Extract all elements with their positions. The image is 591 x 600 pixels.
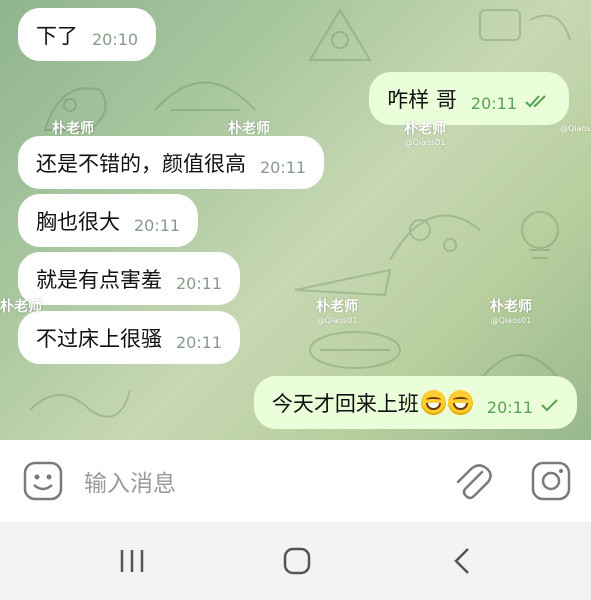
watermark: 朴老师 @Qiaos01: [404, 121, 446, 147]
message-time: 20:10: [92, 30, 139, 49]
double-check-icon: [525, 89, 551, 113]
message-bubble-incoming[interactable]: 胸也很大 20:11: [18, 194, 199, 247]
message-bubble-incoming[interactable]: 下了 20:10: [18, 8, 157, 61]
message-input-bar: 输入消息: [0, 440, 591, 522]
smiley-icon[interactable]: [22, 460, 64, 506]
doodle-icon: [29, 389, 131, 418]
message-text: 下了: [36, 23, 78, 48]
home-icon[interactable]: [282, 546, 312, 580]
message-time: 20:11: [176, 333, 223, 352]
watermark: 朴老师: [0, 299, 42, 315]
message-text: 胸也很大: [36, 209, 120, 234]
paperclip-icon[interactable]: [452, 460, 494, 508]
message-bubble-incoming[interactable]: 还是不错的，颜值很高 20:11: [18, 136, 325, 189]
system-navigation-bar: [0, 522, 591, 600]
watermark: @Qiaos01: [560, 124, 591, 133]
instagram-camera-icon[interactable]: [530, 460, 572, 506]
grinning-face-emoji-icon: [447, 390, 473, 415]
doodle-icon: [309, 331, 401, 369]
check-icon: [541, 393, 559, 417]
message-text: 还是不错的，颜值很高: [36, 151, 246, 176]
message-time: 20:11: [470, 94, 517, 113]
recent-apps-icon[interactable]: [118, 548, 146, 578]
message-input[interactable]: 输入消息: [84, 464, 176, 498]
message-time: 20:11: [486, 398, 533, 417]
doodle-icon: [154, 81, 256, 111]
doodle-icon: [479, 9, 571, 41]
message-time: 20:11: [260, 158, 307, 177]
watermark: 朴老师: [52, 121, 94, 137]
lightbulb-icon: [521, 211, 559, 259]
grinning-face-emoji-icon: [420, 390, 446, 415]
message-time: 20:11: [134, 216, 181, 235]
message-bubble-incoming[interactable]: 就是有点害羞 20:11: [18, 252, 241, 305]
back-icon[interactable]: [450, 546, 476, 580]
message-bubble-outgoing[interactable]: 今天才回来上班 20:11: [253, 376, 577, 429]
doodle-icon: [308, 8, 372, 61]
message-text: 今天才回来上班: [271, 391, 419, 416]
message-text: 就是有点害羞: [36, 267, 162, 292]
watermark: 朴老师 @Qiaos01: [316, 299, 358, 325]
message-bubble-incoming[interactable]: 不过床上很骚 20:11: [18, 311, 241, 364]
message-text: 咋样 哥: [387, 87, 457, 112]
watermark: 朴老师: [228, 121, 270, 137]
message-time: 20:11: [176, 274, 223, 293]
watermark: 朴老师 @Qiaos01: [490, 299, 532, 325]
message-text: 不过床上很骚: [36, 326, 162, 351]
message-bubble-outgoing[interactable]: 咋样 哥 20:11: [369, 72, 569, 125]
